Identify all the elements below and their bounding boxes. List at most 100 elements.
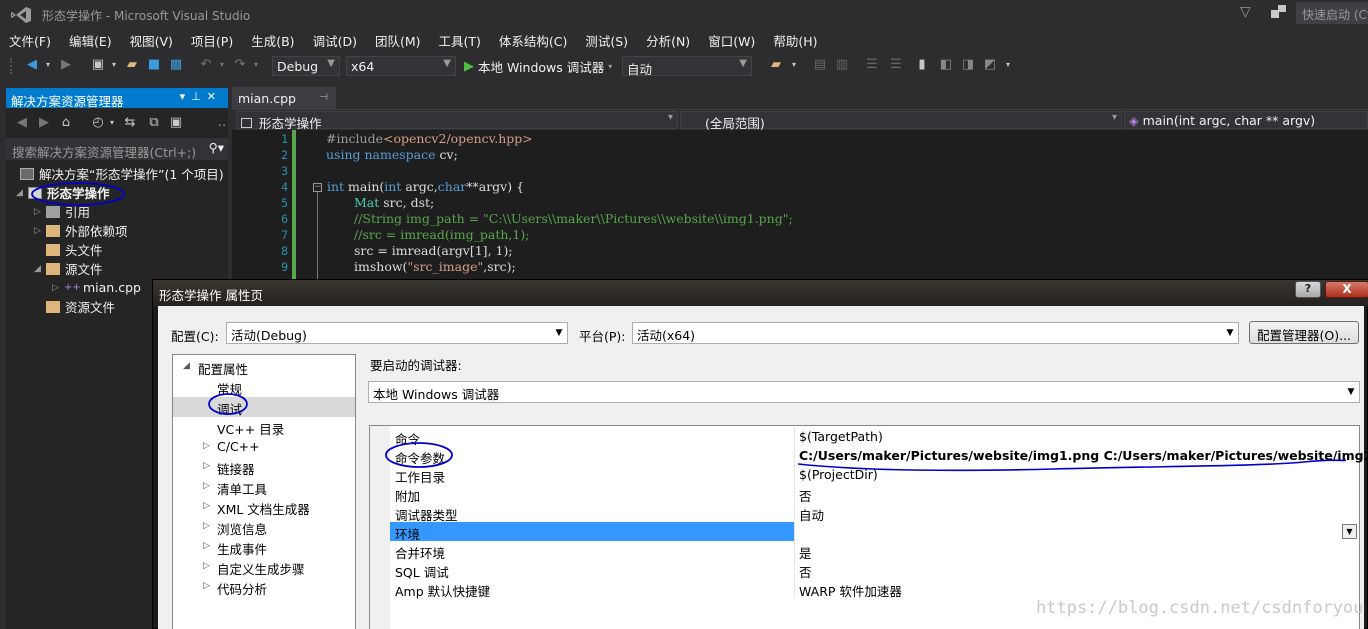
property-row-attach[interactable]: 附加 否 — [370, 484, 1359, 504]
save-all-icon[interactable]: ▩ — [168, 57, 184, 73]
back-dropdown-icon[interactable]: ▾ — [40, 57, 56, 73]
help-button[interactable]: ? — [1295, 281, 1321, 298]
menu-edit[interactable]: 编辑(E) — [60, 28, 121, 50]
expand-arrow-icon[interactable]: ▷ — [34, 207, 46, 217]
start-debugging-button[interactable]: ▶ 本地 Windows 调试器 ▾ — [464, 55, 612, 77]
tree-item-general[interactable]: 常规 — [173, 377, 355, 397]
tree-item-browse-information[interactable]: ▷ 浏览信息 — [173, 517, 355, 537]
back-icon[interactable]: ◀ — [14, 115, 30, 131]
tree-item-source-files[interactable]: ◢ 源文件 — [6, 259, 228, 278]
tree-item-debugging[interactable]: 调试 — [173, 397, 355, 417]
expand-arrow-icon[interactable]: ▷ — [34, 226, 46, 236]
next-bookmark-icon[interactable]: ◨ — [960, 57, 976, 73]
find-dropdown-icon[interactable]: ▾ — [786, 57, 802, 73]
tree-item-xml-doc-generator[interactable]: ▷ XML 文档生成器 — [173, 497, 355, 517]
menu-window[interactable]: 窗口(W) — [699, 28, 764, 50]
outdent-icon[interactable]: ☰ — [864, 57, 880, 73]
pin-icon[interactable]: ⊣ — [319, 92, 328, 103]
close-button[interactable]: X — [1325, 281, 1368, 298]
menu-help[interactable]: 帮助(H) — [764, 28, 826, 50]
forward-icon[interactable]: ▶ — [36, 115, 52, 131]
menu-team[interactable]: 团队(M) — [366, 28, 430, 50]
tree-item-external-deps[interactable]: ▷ 外部依赖项 — [6, 221, 228, 240]
property-row-merge-environment[interactable]: 合并环境 是 — [370, 541, 1359, 561]
expand-arrow-icon[interactable]: ▷ — [203, 501, 210, 511]
tree-item-custom-build-step[interactable]: ▷ 自定义生成步骤 — [173, 557, 355, 577]
tree-item-header-files[interactable]: 头文件 — [6, 240, 228, 259]
back-icon[interactable]: ◀ — [24, 57, 40, 73]
expand-arrow-icon[interactable]: ▷ — [203, 581, 210, 591]
new-project-icon[interactable]: ▣ — [90, 57, 106, 73]
chevron-down-icon[interactable]: ▼ — [1342, 524, 1357, 539]
expand-arrow-icon[interactable]: ▷ — [203, 541, 210, 551]
expand-arrow-icon[interactable]: ▷ — [203, 481, 210, 491]
menu-debug[interactable]: 调试(D) — [304, 28, 366, 50]
platform-select[interactable]: 活动(x64) ▼ — [632, 322, 1239, 344]
expand-arrow-icon[interactable]: ◢ — [34, 264, 46, 274]
menu-architecture[interactable]: 体系结构(C) — [490, 28, 576, 50]
menu-build[interactable]: 生成(B) — [242, 28, 303, 50]
new-project-dropdown-icon[interactable]: ▾ — [106, 57, 122, 73]
toolbar-grip[interactable] — [10, 58, 14, 74]
home-icon[interactable]: ⌂ — [58, 115, 74, 131]
indent-icon[interactable]: ☰ — [888, 57, 904, 73]
toolbar-options-icon[interactable]: ▾ — [1000, 57, 1016, 73]
collapse-all-icon[interactable]: ⧉ — [146, 115, 162, 131]
tree-item-linker[interactable]: ▷ 链接器 — [173, 457, 355, 477]
undo-icon[interactable]: ↶ — [198, 57, 214, 73]
menu-tools[interactable]: 工具(T) — [430, 28, 490, 50]
search-icon[interactable]: ⚲▾ — [209, 140, 224, 155]
find-in-files-icon[interactable]: ▰ — [768, 57, 784, 73]
expand-arrow-icon[interactable]: ◢ — [16, 188, 28, 198]
property-row-amp-default-accelerator[interactable]: Amp 默认快捷键 WARP 软件加速器 — [370, 579, 1359, 599]
dropdown-icon[interactable]: ▾ — [180, 90, 192, 103]
expand-arrow-icon[interactable]: ▷ — [203, 561, 210, 571]
menu-view[interactable]: 视图(V) — [121, 28, 182, 50]
configuration-manager-button[interactable]: 配置管理器(O)... — [1249, 321, 1359, 344]
expand-arrow-icon[interactable]: ▷ — [52, 283, 64, 293]
expand-arrow-icon[interactable]: ◢ — [183, 361, 190, 371]
save-icon[interactable]: ■ — [146, 57, 162, 73]
property-row-environment[interactable]: 环境 ▼ — [370, 522, 1359, 542]
menu-project[interactable]: 项目(P) — [182, 28, 242, 50]
quick-launch-input[interactable]: 快速启动 (Ct — [1296, 2, 1368, 24]
more-icon[interactable]: ‥ — [214, 115, 230, 131]
open-file-icon[interactable]: ▰ — [124, 57, 140, 73]
undo-dropdown-icon[interactable]: ▾ — [214, 57, 230, 73]
close-icon[interactable]: ✕ — [207, 90, 222, 103]
project-nav-select[interactable]: 形态学操作 ▾ — [236, 111, 678, 131]
solution-search-input[interactable]: 搜索解决方案资源管理器(Ctrl+;) ⚲▾ — [6, 138, 228, 160]
menu-test[interactable]: 测试(S) — [576, 28, 637, 50]
property-row-command[interactable]: 命令 $(TargetPath) — [370, 427, 1359, 447]
property-row-sql-debugging[interactable]: SQL 调试 否 — [370, 560, 1359, 580]
menu-analyze[interactable]: 分析(N) — [637, 28, 699, 50]
collapse-outline-icon[interactable]: − — [313, 183, 322, 192]
tree-item-configuration-properties[interactable]: ◢ 配置属性 — [173, 357, 355, 377]
comment-icon[interactable]: ▤ — [812, 57, 828, 73]
forward-icon[interactable]: ▶ — [58, 57, 74, 73]
configuration-select[interactable]: 活动(Debug) ▼ — [226, 322, 568, 344]
feedback-filter-icon[interactable]: ▽ — [1240, 4, 1251, 20]
tree-item-c-cpp[interactable]: ▷ C/C++ — [173, 437, 355, 457]
debug-target-select[interactable]: 自动 ▼ — [622, 56, 752, 77]
sync-icon[interactable]: ⇆ — [122, 115, 138, 131]
pin-icon[interactable]: ⊥ — [191, 90, 207, 103]
property-row-debugger-type[interactable]: 调试器类型 自动 — [370, 503, 1359, 523]
tree-item-vc-directories[interactable]: VC++ 目录 — [173, 417, 355, 437]
tree-item-code-analysis[interactable]: ▷ 代码分析 — [173, 577, 355, 597]
redo-dropdown-icon[interactable]: ▾ — [248, 57, 264, 73]
feedback-icon[interactable] — [1270, 4, 1288, 20]
expand-arrow-icon[interactable]: ▷ — [203, 521, 210, 531]
expand-arrow-icon[interactable]: ▷ — [203, 461, 210, 471]
history-dropdown-icon[interactable]: ▾ — [104, 115, 120, 131]
menu-file[interactable]: 文件(F) — [0, 28, 60, 50]
tree-item-manifest-tool[interactable]: ▷ 清单工具 — [173, 477, 355, 497]
expand-arrow-icon[interactable]: ▷ — [203, 441, 210, 451]
previous-bookmark-icon[interactable]: ◧ — [938, 57, 954, 73]
member-nav-select[interactable]: ◈ main(int argc, char ** argv) — [1124, 111, 1368, 129]
scope-nav-select[interactable]: (全局范围) ▾ — [680, 111, 1122, 131]
debugger-select[interactable]: 本地 Windows 调试器 ▼ — [368, 381, 1360, 403]
tree-item-build-events[interactable]: ▷ 生成事件 — [173, 537, 355, 557]
redo-icon[interactable]: ↷ — [232, 57, 248, 73]
solution-configuration-select[interactable]: Debug ▼ — [272, 56, 340, 76]
